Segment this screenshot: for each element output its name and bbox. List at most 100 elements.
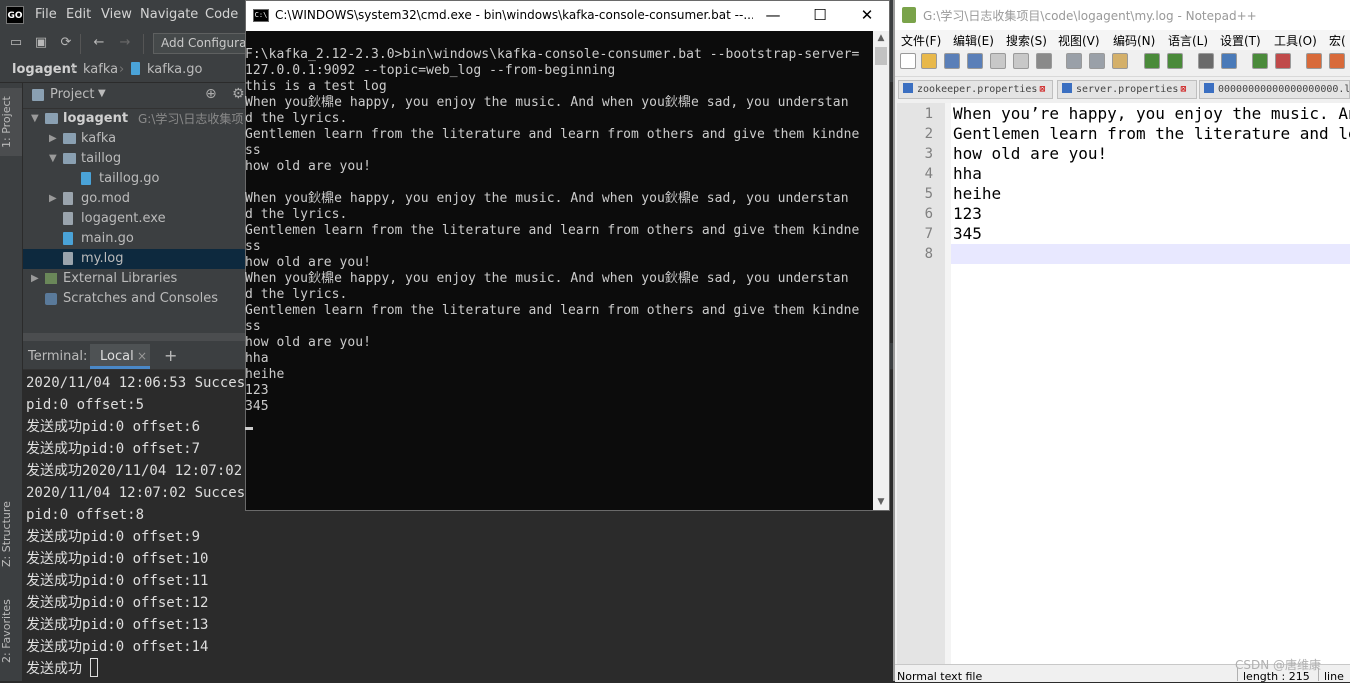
- side-tab-structure[interactable]: Z: Structure: [0, 495, 22, 573]
- replace-icon[interactable]: [1221, 53, 1237, 69]
- cmd-line: this is a test log: [245, 79, 387, 94]
- chevron-right-icon[interactable]: ▶: [49, 129, 57, 149]
- forward-arrow-icon[interactable]: →: [117, 35, 133, 51]
- file-icon: [63, 252, 73, 265]
- tree-item[interactable]: my.log: [23, 249, 245, 269]
- terminal-line: 发送成功: [26, 661, 82, 677]
- terminal-line: 发送成功pid:0 offset:6: [26, 419, 201, 435]
- menu-file[interactable]: File: [35, 7, 57, 22]
- scroll-down-icon[interactable]: ▼: [873, 497, 889, 507]
- zoom-in-icon[interactable]: [1252, 53, 1268, 69]
- close-tab-icon[interactable]: ⊠: [1039, 81, 1045, 98]
- breadcrumb-item-kafka[interactable]: kafka: [83, 62, 118, 77]
- npp-menu-macro[interactable]: 宏(: [1329, 32, 1346, 49]
- close-button[interactable]: ✕: [847, 4, 887, 26]
- breadcrumb-item-logagent[interactable]: logagent: [12, 62, 77, 77]
- tree-item[interactable]: ▼ taillog: [23, 149, 245, 169]
- cut-icon[interactable]: [1066, 53, 1082, 69]
- refresh-icon[interactable]: ⟳: [58, 35, 74, 51]
- saved-file-icon: [1204, 83, 1214, 93]
- open-folder-icon[interactable]: ▭: [8, 35, 24, 51]
- code-line[interactable]: hha: [953, 164, 1350, 184]
- close-icon[interactable]: [990, 53, 1006, 69]
- npp-menu-search[interactable]: 搜索(S): [1006, 32, 1047, 49]
- npp-menu-settings[interactable]: 设置(T): [1220, 32, 1261, 49]
- sync-scroll-icon[interactable]: [1306, 53, 1322, 69]
- line-number: 3: [924, 146, 933, 162]
- menu-navigate[interactable]: Navigate: [140, 7, 198, 22]
- chevron-right-icon[interactable]: ▶: [49, 189, 57, 209]
- cmd-scrollbar[interactable]: [873, 31, 889, 510]
- npp-tab-server[interactable]: server.properties ⊠: [1057, 80, 1197, 99]
- save-all-icon[interactable]: ▣: [33, 35, 49, 51]
- project-panel-title[interactable]: Project: [50, 87, 94, 102]
- code-line[interactable]: 123: [953, 204, 1350, 224]
- terminal-tab-label[interactable]: Local: [100, 349, 134, 364]
- tree-item[interactable]: ▶ kafka: [23, 129, 245, 149]
- menu-code[interactable]: Code: [205, 7, 238, 22]
- chevron-down-icon[interactable]: ▼: [49, 149, 57, 169]
- new-file-icon[interactable]: [900, 53, 916, 69]
- side-tab-favorites[interactable]: 2: Favorites: [0, 595, 22, 667]
- code-line[interactable]: heihe: [953, 184, 1350, 204]
- npp-menu-file[interactable]: 文件(F): [901, 32, 941, 49]
- scroll-up-icon[interactable]: ▲: [873, 33, 889, 43]
- find-icon[interactable]: [1198, 53, 1214, 69]
- cmd-line: When you鈥檙e happy, you enjoy the music. …: [245, 271, 849, 286]
- panel-splitter[interactable]: [23, 333, 245, 341]
- open-file-icon[interactable]: [921, 53, 937, 69]
- terminal-line: 发送成功pid:0 offset:9: [26, 529, 201, 545]
- code-line[interactable]: 345: [953, 224, 1350, 244]
- undo-icon[interactable]: [1144, 53, 1160, 69]
- close-icon[interactable]: ×: [137, 349, 147, 363]
- tree-item[interactable]: ▶ go.mod: [23, 189, 245, 209]
- save-all-icon[interactable]: [967, 53, 983, 69]
- tree-item[interactable]: main.go: [23, 229, 245, 249]
- code-line[interactable]: Gentlemen learn from the literature and …: [953, 124, 1350, 144]
- tree-item[interactable]: logagent.exe: [23, 209, 245, 229]
- cmd-scrollbar-thumb[interactable]: [875, 47, 887, 65]
- code-line[interactable]: When you’re happy, you enjoy the music. …: [953, 104, 1350, 124]
- add-configuration-button[interactable]: Add Configura: [153, 33, 248, 54]
- redo-icon[interactable]: [1167, 53, 1183, 69]
- locate-file-icon[interactable]: ⊕: [205, 86, 217, 102]
- npp-window-title: G:\学习\日志收集项目\code\logagent\my.log - Note…: [923, 9, 1257, 23]
- close-all-icon[interactable]: [1013, 53, 1029, 69]
- code-line[interactable]: how old are you!: [953, 144, 1350, 164]
- maximize-button[interactable]: ☐: [800, 4, 840, 26]
- zoom-out-icon[interactable]: [1275, 53, 1291, 69]
- code-line[interactable]: [953, 244, 1350, 264]
- npp-menu-language[interactable]: 语言(L): [1168, 32, 1208, 49]
- line-number: 1: [924, 106, 933, 122]
- tree-item[interactable]: Scratches and Consoles: [23, 289, 245, 309]
- project-view-dropdown-icon[interactable]: ▼: [98, 88, 106, 99]
- menu-view[interactable]: View: [101, 7, 132, 22]
- copy-icon[interactable]: [1089, 53, 1105, 69]
- tree-item[interactable]: ▶ External Libraries: [23, 269, 245, 289]
- print-icon[interactable]: [1036, 53, 1052, 69]
- save-icon[interactable]: [944, 53, 960, 69]
- npp-tab-log-segment[interactable]: 00000000000000000000.l: [1199, 80, 1350, 99]
- chevron-down-icon[interactable]: ▼: [31, 109, 39, 129]
- menu-edit[interactable]: Edit: [66, 7, 91, 22]
- tree-item[interactable]: ▼ logagent G:\学习\日志收集项目: [23, 109, 245, 129]
- npp-menu-edit[interactable]: 编辑(E): [953, 32, 994, 49]
- npp-menu-encoding[interactable]: 编码(N): [1113, 32, 1155, 49]
- minimize-button[interactable]: —: [753, 4, 793, 26]
- close-tab-icon[interactable]: ⊠: [1180, 81, 1186, 98]
- side-tab-project[interactable]: 1: Project: [0, 88, 22, 156]
- status-file-type: Normal text file: [897, 670, 983, 683]
- new-terminal-icon[interactable]: +: [164, 346, 177, 365]
- toolbar-separator: [80, 34, 81, 54]
- npp-menu-tools[interactable]: 工具(O): [1274, 32, 1317, 49]
- settings-gear-icon[interactable]: ⚙: [232, 86, 245, 102]
- chevron-right-icon[interactable]: ▶: [31, 269, 39, 289]
- npp-menu-view[interactable]: 视图(V): [1058, 32, 1100, 49]
- breadcrumb-item-kafka-go[interactable]: kafka.go: [147, 62, 202, 77]
- paste-icon[interactable]: [1112, 53, 1128, 69]
- wrap-icon[interactable]: [1329, 53, 1345, 69]
- back-arrow-icon[interactable]: ←: [91, 35, 107, 51]
- npp-tab-zookeeper[interactable]: zookeeper.properties ⊠: [898, 80, 1053, 99]
- terminal-title: Terminal:: [28, 349, 88, 364]
- tree-item[interactable]: taillog.go: [23, 169, 245, 189]
